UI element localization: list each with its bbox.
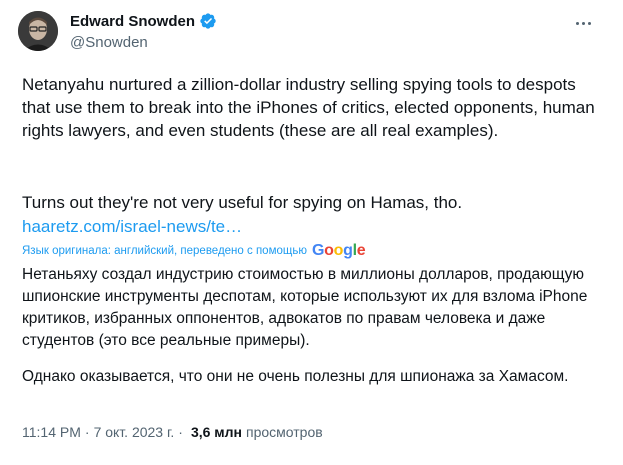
more-horizontal-icon-dot	[581, 21, 585, 25]
google-logo: Google	[311, 242, 366, 259]
more-options-button[interactable]	[568, 12, 598, 34]
meta-separator: ·	[178, 424, 183, 440]
translation-notice-text[interactable]: Язык оригинала: английский, переведено с…	[22, 245, 307, 257]
translated-text-paragraph-1: Нетаньяху создал индустрию стоимостью в …	[22, 266, 588, 349]
avatar[interactable]	[18, 11, 58, 51]
tweet-text-paragraph-2: Turns out they're not very useful for sp…	[22, 193, 463, 212]
tweet-date[interactable]: 7 окт. 2023 г.	[94, 424, 175, 440]
tweet-card: Edward Snowden @Snowden Netanyahu nurtur…	[0, 0, 623, 465]
views-count: 3,6 млн	[190, 424, 243, 440]
author-name[interactable]: Edward Snowden	[70, 13, 195, 30]
tweet-link[interactable]: haaretz.com/israel-news/te…	[22, 215, 242, 238]
views-label: просмотров	[246, 424, 323, 440]
tweet-meta: 11:14 PM · 7 окт. 2023 г. · 3,6 млн прос…	[22, 424, 323, 440]
translated-text-paragraph-2: Однако оказывается, что они не очень пол…	[22, 368, 569, 385]
author-name-row: Edward Snowden	[70, 12, 217, 30]
meta-separator: ·	[84, 424, 90, 440]
author-handle[interactable]: @Snowden	[70, 34, 148, 51]
person-avatar-icon	[18, 11, 58, 51]
more-horizontal-icon-dot	[575, 21, 579, 25]
verified-badge-icon	[200, 13, 216, 29]
tweet-time[interactable]: 11:14 PM	[22, 424, 81, 440]
tweet-text-paragraph-1: Netanyahu nurtured a zillion-dollar indu…	[22, 75, 595, 140]
translation-notice: Язык оригинала: английский, переведено с…	[22, 242, 366, 260]
more-horizontal-icon-dot	[587, 21, 591, 25]
